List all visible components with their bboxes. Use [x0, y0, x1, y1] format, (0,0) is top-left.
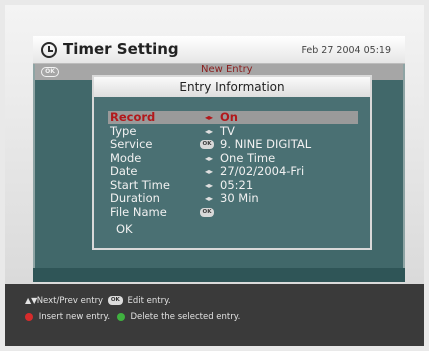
- field-label: Record: [110, 110, 156, 124]
- help-nav-text: Next/Prev entry: [36, 296, 104, 306]
- field-row-file-name[interactable]: File Name OK: [108, 204, 358, 219]
- help-line-navigation: ▲▼ Next/Prev entry OK Edit entry.: [25, 296, 171, 306]
- field-label: File Name: [110, 204, 167, 219]
- panel-bottom-strip: [33, 268, 405, 282]
- help-edit-text: Edit entry.: [127, 296, 171, 306]
- page-title: Timer Setting: [63, 40, 179, 58]
- ok-key-icon: OK: [41, 67, 59, 77]
- ok-button-icon: OK: [107, 296, 123, 305]
- new-entry-label: New Entry: [201, 64, 253, 75]
- current-datetime: Feb 27 2004 05:19: [301, 45, 391, 56]
- field-row-type[interactable]: Type ◂▸ TV: [108, 123, 358, 138]
- field-row-date[interactable]: Date ◂▸ 27/02/2004-Fri: [108, 165, 358, 178]
- field-row-record[interactable]: Record ◂▸ On: [108, 111, 358, 124]
- field-label: Mode: [110, 150, 142, 165]
- field-value: One Time: [220, 150, 276, 165]
- title-bar: Timer Setting Feb 27 2004 05:19: [33, 36, 405, 64]
- help-line-colors: Insert new entry. Delete the selected en…: [25, 312, 240, 322]
- field-label: Date: [110, 164, 138, 178]
- field-value: 30 Min: [220, 191, 259, 205]
- field-value: TV: [220, 123, 235, 138]
- field-row-duration[interactable]: Duration ◂▸ 30 Min: [108, 192, 358, 205]
- ok-select-icon: OK: [200, 207, 214, 217]
- entry-information-dialog: Entry Information Record ◂▸ On Type ◂▸ TV Serv…: [92, 75, 372, 250]
- ok-button[interactable]: OK: [116, 222, 133, 236]
- field-row-service[interactable]: Service OK 9. NINE DIGITAL: [108, 138, 358, 151]
- help-insert-text: Insert new entry.: [38, 312, 111, 322]
- red-button-icon: [25, 312, 33, 321]
- field-value: 27/02/2004-Fri: [220, 164, 305, 178]
- left-right-arrows-icon: ◂▸: [204, 113, 214, 122]
- green-button-icon: [116, 312, 125, 321]
- field-label: Type: [110, 123, 137, 138]
- field-label: Start Time: [110, 177, 170, 192]
- field-label: Service: [110, 137, 153, 151]
- left-right-arrows-icon: ◂▸: [204, 167, 214, 176]
- clock-icon: [41, 42, 57, 58]
- dialog-title: Entry Information: [94, 77, 370, 97]
- left-right-arrows-icon: ◂▸: [204, 126, 214, 136]
- field-value: 05:21: [220, 177, 254, 192]
- left-right-arrows-icon: ◂▸: [204, 153, 214, 163]
- up-down-arrows-icon: ▲▼: [25, 296, 38, 305]
- field-value: 9. NINE DIGITAL: [220, 137, 312, 151]
- left-right-arrows-icon: ◂▸: [204, 194, 214, 203]
- field-row-start-time[interactable]: Start Time ◂▸ 05:21: [108, 177, 358, 192]
- left-right-arrows-icon: ◂▸: [204, 180, 214, 190]
- help-footer: ▲▼ Next/Prev entry OK Edit entry. Insert…: [5, 284, 424, 346]
- field-value: On: [220, 110, 238, 124]
- field-label: Duration: [110, 191, 160, 205]
- ok-select-icon: OK: [200, 140, 214, 149]
- field-row-mode[interactable]: Mode ◂▸ One Time: [108, 150, 358, 165]
- help-delete-text: Delete the selected entry.: [130, 312, 241, 322]
